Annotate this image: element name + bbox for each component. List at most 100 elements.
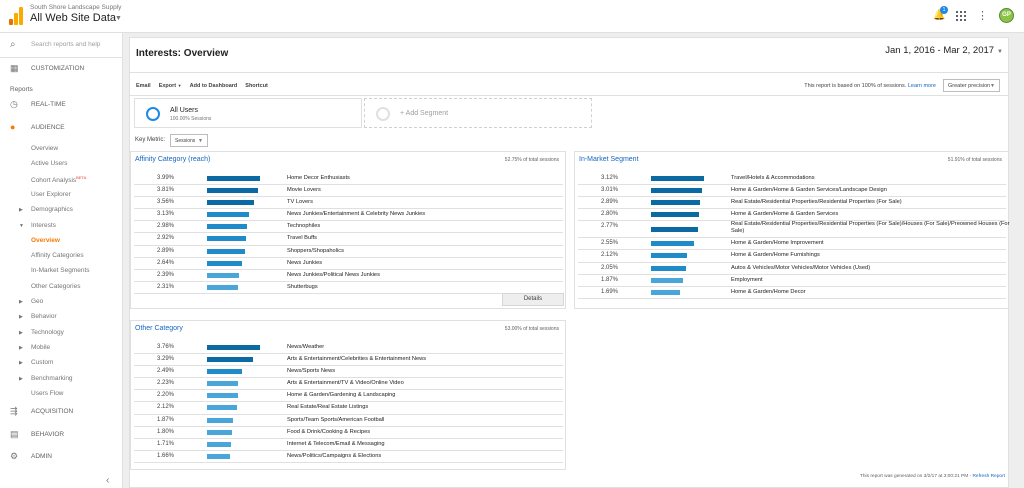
account-name[interactable]: South Shore Landscape Supply	[30, 4, 121, 11]
in-market-segment-panel: In-Market Segment 51.91% of total sessio…	[574, 151, 1010, 309]
account-dropdown-icon[interactable]: ▼	[115, 15, 122, 22]
row-percentage: 2.12%	[600, 252, 618, 259]
row-category-label[interactable]: Employment	[731, 277, 763, 283]
sidebar-users-flow[interactable]: Users Flow	[31, 390, 64, 397]
other-category-panel: Other Category 53.00% of total sessions …	[130, 320, 566, 470]
sidebar-interests[interactable]: Interests	[31, 222, 56, 229]
apps-grid-icon[interactable]	[956, 10, 966, 21]
analytics-logo-icon[interactable]	[9, 7, 23, 25]
collapse-sidebar-chevron-icon[interactable]: ‹	[106, 475, 109, 486]
sidebar-cohort-analysis[interactable]: Cohort AnalysisBETA	[31, 175, 86, 184]
row-percentage: 1.71%	[156, 440, 174, 447]
row-percentage: 3.81%	[156, 187, 174, 194]
row-category-label[interactable]: Home & Garden/Home & Garden Services	[731, 211, 838, 217]
sidebar-in-market-segments[interactable]: In-Market Segments	[31, 267, 90, 274]
more-options-icon[interactable]: ⋮	[977, 10, 988, 21]
sidebar-geo[interactable]: Geo	[31, 298, 43, 305]
row-category-label[interactable]: News/Politics/Campaigns & Elections	[287, 453, 381, 459]
table-row: 1.71% Internet & Telecom/Email & Messagin…	[134, 439, 563, 451]
row-category-label[interactable]: News Junkies	[287, 260, 322, 266]
expand-triangle-icon: ▶	[19, 345, 23, 351]
row-percentage: 2.80%	[600, 211, 618, 218]
date-range-picker[interactable]: Jan 1, 2016 - Mar 2, 2017 ▼	[885, 45, 1003, 56]
row-category-label[interactable]: Home & Garden/Gardening & Landscaping	[287, 392, 395, 398]
row-category-label[interactable]: Real Estate/Residential Properties/Resid…	[731, 199, 902, 205]
row-category-label[interactable]: Travel/Hotels & Accommodations	[731, 175, 815, 181]
row-bar	[207, 236, 246, 242]
row-category-label[interactable]: Home & Garden/Home Improvement	[731, 240, 824, 246]
row-category-label[interactable]: Home & Garden/Home Furnishings	[731, 252, 820, 258]
row-percentage: 2.39%	[156, 271, 174, 278]
segment-all-users[interactable]: All Users 100.00% Sessions	[134, 98, 362, 128]
row-category-label[interactable]: Sports/Team Sports/American Football	[287, 417, 384, 423]
table-row: 2.12% Home & Garden/Home Furnishings	[578, 250, 1006, 263]
sidebar-other-categories[interactable]: Other Categories	[31, 283, 81, 290]
affinity-category-title[interactable]: Affinity Category (reach)	[135, 156, 210, 163]
row-category-label[interactable]: Arts & Entertainment/TV & Video/Online V…	[287, 380, 404, 386]
precision-select[interactable]: Greater precision ▼	[943, 79, 1000, 92]
sidebar-mobile[interactable]: Mobile	[31, 344, 50, 351]
sidebar-custom[interactable]: Custom	[31, 359, 53, 366]
user-avatar[interactable]: GP	[999, 8, 1014, 23]
row-bar	[651, 227, 699, 233]
refresh-report-link[interactable]: Refresh Report	[972, 474, 1005, 479]
row-category-label[interactable]: Internet & Telecom/Email & Messaging	[287, 441, 385, 447]
email-button[interactable]: Email	[136, 83, 151, 89]
sidebar-affinity-categories[interactable]: Affinity Categories	[31, 252, 84, 259]
dashboard-grid-icon: ▦	[10, 63, 19, 73]
row-category-label[interactable]: News/Weather	[287, 344, 324, 350]
learn-more-link[interactable]: Learn more	[908, 83, 936, 89]
sidebar-behavior-sub[interactable]: Behavior	[31, 313, 57, 320]
table-row: 2.31% Shutterbugs	[134, 282, 563, 294]
row-category-label[interactable]: Shutterbugs	[287, 284, 318, 290]
row-category-label[interactable]: Real Estate/Residential Properties/Resid…	[731, 221, 1016, 235]
row-category-label[interactable]: Arts & Entertainment/Celebrities & Enter…	[287, 356, 426, 362]
other-category-title[interactable]: Other Category	[135, 325, 183, 332]
row-category-label[interactable]: Home & Garden/Home & Garden Services/Lan…	[731, 187, 887, 193]
row-percentage: 2.98%	[156, 223, 174, 230]
sidebar-audience-overview[interactable]: Overview	[31, 145, 58, 152]
row-category-label[interactable]: Home Decor Enthusiasts	[287, 175, 350, 181]
shortcut-button[interactable]: Shortcut	[245, 83, 268, 89]
row-category-label[interactable]: Autos & Vehicles/Motor Vehicles/Motor Ve…	[731, 265, 870, 271]
notifications-bell-icon[interactable]: 🔔 1	[933, 5, 948, 22]
row-category-label[interactable]: Travel Buffs	[287, 235, 317, 241]
sidebar-user-explorer[interactable]: User Explorer	[31, 191, 71, 198]
sidebar-active-users[interactable]: Active Users	[31, 160, 67, 167]
row-category-label[interactable]: Food & Drink/Cooking & Recipes	[287, 429, 370, 435]
search-input[interactable]: Search reports and help	[31, 41, 100, 48]
sidebar-demographics[interactable]: Demographics	[31, 206, 73, 213]
row-bar	[651, 265, 686, 271]
export-button[interactable]: Export ▼	[159, 83, 182, 89]
row-category-label[interactable]: Movie Lovers	[287, 187, 321, 193]
row-percentage: 2.12%	[156, 404, 174, 411]
key-metric-select[interactable]: Sessions ▼	[170, 134, 208, 147]
add-segment-button[interactable]: + Add Segment	[364, 98, 592, 128]
add-to-dashboard-button[interactable]: Add to Dashboard	[190, 83, 238, 89]
row-category-label[interactable]: Real Estate/Real Estate Listings	[287, 404, 368, 410]
other-pct-label: 53.00% of total sessions	[504, 326, 559, 332]
row-category-label[interactable]: TV Lovers	[287, 199, 313, 205]
row-bar	[207, 248, 246, 254]
row-category-label[interactable]: News Junkies/Entertainment & Celebrity N…	[287, 211, 425, 217]
chevron-down-icon: ▼	[198, 138, 203, 144]
row-category-label[interactable]: Home & Garden/Home Decor	[731, 289, 806, 295]
page-title: Interests: Overview	[136, 48, 229, 59]
row-category-label[interactable]: News Junkies/Political News Junkies	[287, 272, 380, 278]
row-category-label[interactable]: News/Sports News	[287, 368, 335, 374]
row-category-label[interactable]: Technophiles	[287, 223, 320, 229]
property-view-name[interactable]: All Web Site Data	[30, 12, 116, 24]
sidebar-benchmarking[interactable]: Benchmarking	[31, 375, 73, 382]
in-market-segment-title[interactable]: In-Market Segment	[579, 156, 639, 163]
table-row: 2.05% Autos & Vehicles/Motor Vehicles/Mot…	[578, 263, 1006, 275]
segment-circle-icon	[146, 107, 160, 121]
sidebar-search[interactable]: ⌕ Search reports and help	[0, 33, 123, 58]
table-row: 3.56% TV Lovers	[134, 197, 563, 210]
details-button[interactable]: Details	[502, 293, 564, 306]
sidebar-technology[interactable]: Technology	[31, 329, 64, 336]
report-toolbar: Email Export ▼ Add to Dashboard Shortcut	[136, 83, 268, 89]
row-bar	[207, 212, 249, 218]
expand-triangle-icon: ▶	[19, 360, 23, 366]
sidebar-interests-overview[interactable]: Overview	[31, 237, 60, 244]
row-category-label[interactable]: Shoppers/Shopaholics	[287, 248, 344, 254]
